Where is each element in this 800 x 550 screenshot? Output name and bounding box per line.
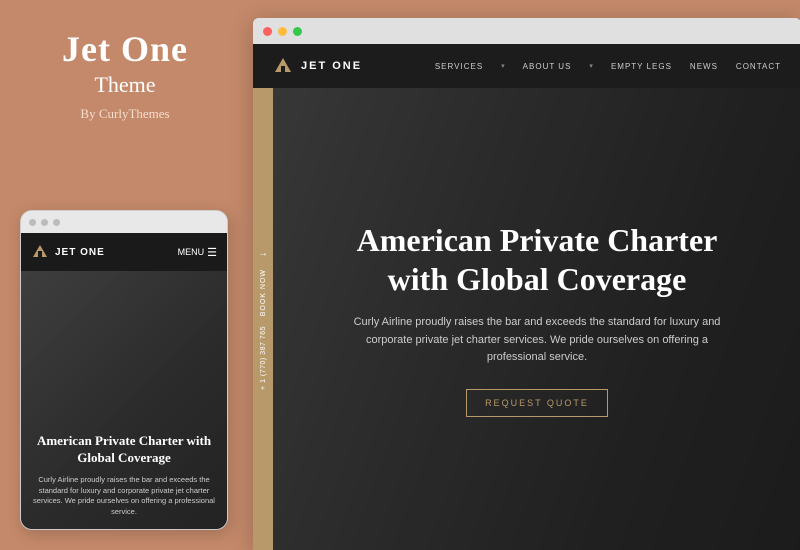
mobile-logo-area: JET ONE [31,243,105,261]
vertical-sidebar-tab: → BOOK NOW + 1 (770) 387 765 [253,88,273,550]
browser-titlebar [253,18,800,44]
browser-dot-minimize[interactable] [278,27,287,36]
mobile-logo-text: JET ONE [55,247,105,258]
theme-name-line2: Theme [62,72,188,98]
mobile-dot-2 [41,219,48,226]
phone-vertical-label: + 1 (770) 387 765 [260,326,267,390]
mobile-titlebar [21,211,227,233]
desktop-navbar: JET ONE SERVICES ▾ ABOUT US ▾ EMPTY LEGS… [253,44,800,88]
hamburger-icon: ☰ [207,246,217,259]
desktop-hero: → BOOK NOW + 1 (770) 387 765 American Pr… [253,88,800,550]
desktop-logo-area: JET ONE [273,56,362,76]
mobile-mockup: JET ONE MENU ☰ American Private Charter … [20,210,228,530]
nav-link-contact[interactable]: CONTACT [736,62,781,71]
book-now-vertical-label: BOOK NOW [260,269,267,316]
services-chevron-icon: ▾ [501,62,505,70]
desktop-nav-links: SERVICES ▾ ABOUT US ▾ EMPTY LEGS NEWS CO… [435,62,781,71]
theme-title-block: Jet One Theme By CurlyThemes [62,30,188,122]
nav-link-news[interactable]: NEWS [690,62,718,71]
desktop-logo-icon [273,56,293,76]
mobile-hero-description: Curly Airline proudly raises the bar and… [33,475,215,517]
desktop-logo-text: JET ONE [301,60,362,72]
theme-author: By CurlyThemes [62,106,188,122]
browser-mockup: JET ONE SERVICES ▾ ABOUT US ▾ EMPTY LEGS… [253,18,800,550]
desktop-hero-content: American Private Charter with Global Cov… [273,221,800,417]
desktop-hero-description: Curly Airline proudly raises the bar and… [347,314,727,367]
nav-link-empty-legs[interactable]: EMPTY LEGS [611,62,672,71]
mobile-hero: American Private Charter with Global Cov… [21,271,227,530]
browser-dot-close[interactable] [263,27,272,36]
mobile-menu-button[interactable]: MENU ☰ [178,246,217,259]
mobile-hero-title: American Private Charter with Global Cov… [33,433,215,467]
nav-link-services[interactable]: SERVICES [435,62,483,71]
vertical-arrow-icon: → [258,248,268,259]
browser-dot-maximize[interactable] [293,27,302,36]
request-quote-button[interactable]: REQUEST QUOTE [466,389,608,417]
mobile-dot-1 [29,219,36,226]
theme-name-line1: Jet One [62,30,188,70]
nav-link-about[interactable]: ABOUT US [523,62,572,71]
desktop-hero-title: American Private Charter with Global Cov… [333,221,741,298]
about-chevron-icon: ▾ [589,62,593,70]
mobile-hero-content: American Private Charter with Global Cov… [33,433,215,517]
mobile-menu-label: MENU [178,247,205,257]
mobile-dot-3 [53,219,60,226]
mobile-navbar: JET ONE MENU ☰ [21,233,227,271]
left-panel: Jet One Theme By CurlyThemes JET ONE MEN… [0,0,250,550]
mobile-logo-icon [31,243,49,261]
